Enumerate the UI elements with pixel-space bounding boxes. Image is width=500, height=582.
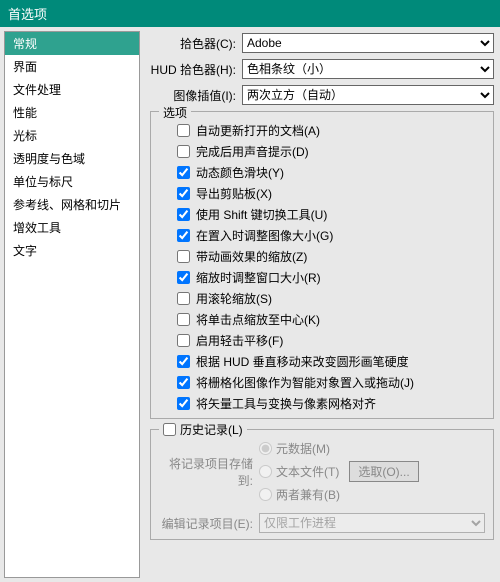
chk-animated-zoom[interactable] xyxy=(177,250,190,263)
chk-resize-place[interactable] xyxy=(177,229,190,242)
chk-snap-vector[interactable] xyxy=(177,397,190,410)
color-picker-select[interactable]: Adobe xyxy=(242,33,494,53)
chk-zoom-resize[interactable] xyxy=(177,271,190,284)
chk-flick-pan[interactable] xyxy=(177,334,190,347)
chk-auto-update-label: 自动更新打开的文档(A) xyxy=(196,122,320,139)
radio-textfile[interactable] xyxy=(259,465,272,478)
interpolation-label: 图像插值(I): xyxy=(150,87,242,104)
edit-log-label: 编辑记录项目(E): xyxy=(159,515,259,532)
window-title: 首选项 xyxy=(0,0,500,27)
chk-click-center[interactable] xyxy=(177,313,190,326)
chk-hud-brush[interactable] xyxy=(177,355,190,368)
radio-textfile-label: 文本文件(T) xyxy=(276,463,339,480)
chk-scroll-zoom-label: 用滚轮缩放(S) xyxy=(196,290,272,307)
chk-auto-update[interactable] xyxy=(177,124,190,137)
edit-log-select[interactable]: 仅限工作进程 xyxy=(259,513,485,533)
chk-raster-smart[interactable] xyxy=(177,376,190,389)
chk-raster-smart-label: 将栅格化图像作为智能对象置入或拖动(J) xyxy=(196,374,414,391)
category-sidebar: 常规 界面 文件处理 性能 光标 透明度与色域 单位与标尺 参考线、网格和切片 … xyxy=(4,31,140,578)
chk-click-center-label: 将单击点缩放至中心(K) xyxy=(196,311,320,328)
chk-shift-tool-label: 使用 Shift 键切换工具(U) xyxy=(196,206,327,223)
chk-export-clipboard-label: 导出剪贴板(X) xyxy=(196,185,272,202)
chk-dynamic-sliders[interactable] xyxy=(177,166,190,179)
sidebar-item-general[interactable]: 常规 xyxy=(5,32,139,55)
chk-history-log[interactable] xyxy=(163,423,176,436)
chk-dynamic-sliders-label: 动态颜色滑块(Y) xyxy=(196,164,284,181)
history-group: 历史记录(L) 将记录项目存储到: 元数据(M) 文本文件(T) 选取(O)..… xyxy=(150,429,494,540)
sidebar-item-file-handling[interactable]: 文件处理 xyxy=(5,78,139,101)
sidebar-item-interface[interactable]: 界面 xyxy=(5,55,139,78)
hud-picker-label: HUD 拾色器(H): xyxy=(150,61,242,78)
chk-shift-tool[interactable] xyxy=(177,208,190,221)
chk-resize-place-label: 在置入时调整图像大小(G) xyxy=(196,227,333,244)
sidebar-item-type[interactable]: 文字 xyxy=(5,239,139,262)
options-group: 选项 自动更新打开的文档(A) 完成后用声音提示(D) 动态颜色滑块(Y) 导出… xyxy=(150,111,494,419)
main-panel: 拾色器(C): Adobe HUD 拾色器(H): 色相条纹（小） 图像插值(I… xyxy=(140,27,500,582)
sidebar-item-cursors[interactable]: 光标 xyxy=(5,124,139,147)
sidebar-item-guides[interactable]: 参考线、网格和切片 xyxy=(5,193,139,216)
chk-hud-brush-label: 根据 HUD 垂直移动来改变圆形画笔硬度 xyxy=(196,353,409,370)
interpolation-select[interactable]: 两次立方（自动） xyxy=(242,85,494,105)
chk-flick-pan-label: 启用轻击平移(F) xyxy=(196,332,283,349)
sidebar-item-units[interactable]: 单位与标尺 xyxy=(5,170,139,193)
chk-animated-zoom-label: 带动画效果的缩放(Z) xyxy=(196,248,307,265)
chk-snap-vector-label: 将矢量工具与变换与像素网格对齐 xyxy=(196,395,376,412)
chk-beep[interactable] xyxy=(177,145,190,158)
color-picker-label: 拾色器(C): xyxy=(150,35,242,52)
choose-button[interactable]: 选取(O)... xyxy=(349,461,418,482)
radio-both[interactable] xyxy=(259,488,272,501)
history-legend: 历史记录(L) xyxy=(180,421,243,438)
radio-metadata[interactable] xyxy=(259,442,272,455)
options-legend: 选项 xyxy=(159,104,191,121)
hud-picker-select[interactable]: 色相条纹（小） xyxy=(242,59,494,79)
sidebar-item-plugins[interactable]: 增效工具 xyxy=(5,216,139,239)
chk-zoom-resize-label: 缩放时调整窗口大小(R) xyxy=(196,269,321,286)
sidebar-item-transparency[interactable]: 透明度与色域 xyxy=(5,147,139,170)
chk-scroll-zoom[interactable] xyxy=(177,292,190,305)
chk-export-clipboard[interactable] xyxy=(177,187,190,200)
radio-metadata-label: 元数据(M) xyxy=(276,440,330,457)
radio-both-label: 两者兼有(B) xyxy=(276,486,340,503)
history-save-label: 将记录项目存储到: xyxy=(159,455,259,489)
chk-beep-label: 完成后用声音提示(D) xyxy=(196,143,309,160)
sidebar-item-performance[interactable]: 性能 xyxy=(5,101,139,124)
